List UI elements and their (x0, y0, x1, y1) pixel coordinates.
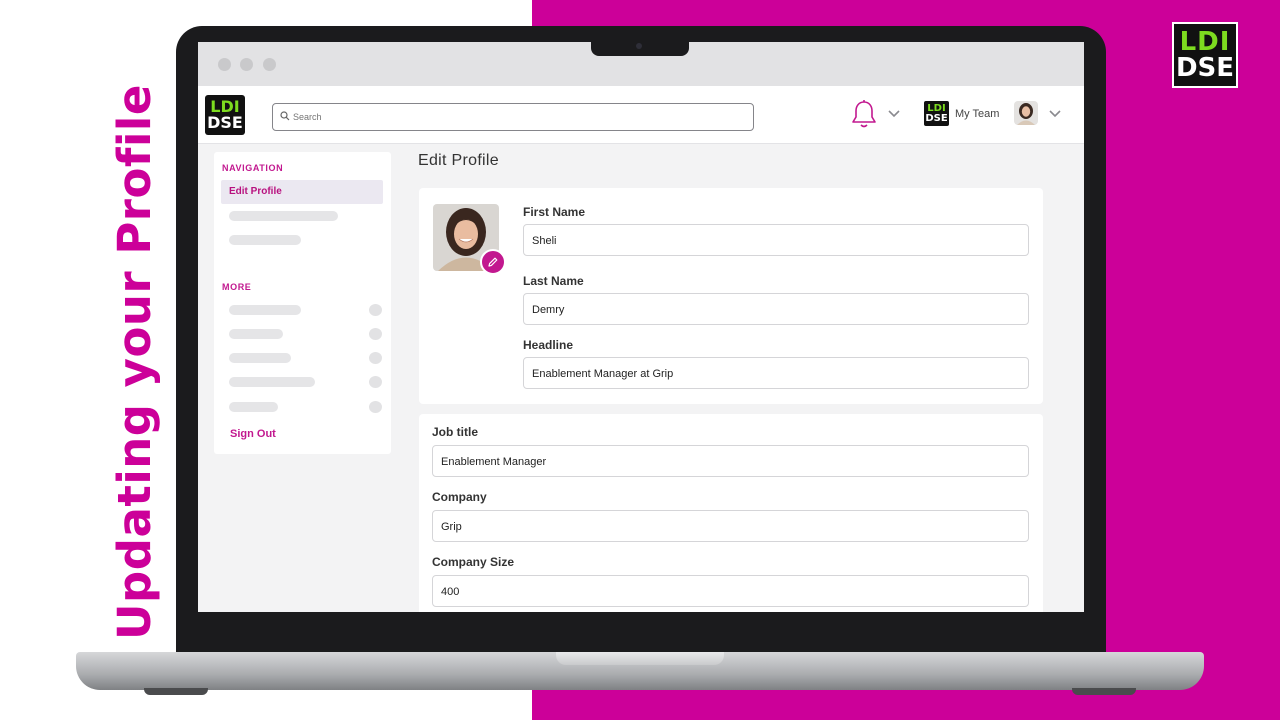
sign-out-link[interactable]: Sign Out (230, 428, 276, 440)
company-size-label: Company Size (432, 555, 515, 569)
headline-field[interactable] (523, 357, 1029, 389)
company-input[interactable] (441, 519, 977, 535)
first-name-input[interactable] (532, 233, 986, 249)
sidebar: NAVIGATION Edit Profile MORE Sign Out (214, 152, 391, 454)
job-title-label: Job title (432, 425, 479, 439)
last-name-field[interactable] (523, 293, 1029, 325)
brand-logo-line1: LDI (1179, 27, 1231, 57)
user-avatar[interactable] (1014, 101, 1038, 125)
sidebar-item-placeholder (229, 235, 301, 245)
job-title-input[interactable] (441, 454, 977, 470)
sidebar-item-edit-profile[interactable]: Edit Profile (221, 180, 383, 204)
browser-window: LDI DSE LDI DSE My Team (198, 42, 1084, 612)
profile-card: First Name Last Name Headline (419, 188, 1043, 404)
company-field[interactable] (432, 510, 1029, 542)
edit-photo-button[interactable] (480, 249, 506, 275)
search-box[interactable] (272, 103, 754, 131)
sidebar-badge-placeholder (369, 401, 382, 413)
sidebar-badge-placeholder (369, 304, 382, 316)
sidebar-badge-placeholder (369, 352, 382, 364)
team-logo[interactable]: LDI DSE (924, 101, 949, 126)
search-icon (280, 111, 290, 121)
maximize-window-button[interactable] (263, 58, 276, 71)
sidebar-item-placeholder (229, 353, 291, 363)
first-name-field[interactable] (523, 224, 1029, 256)
job-details-card: Job title Company Company Size (419, 414, 1043, 612)
sidebar-item-placeholder (229, 329, 283, 339)
chevron-down-icon[interactable] (888, 110, 900, 118)
headline-input[interactable] (532, 366, 986, 382)
brand-logo-line2: DSE (1175, 53, 1235, 83)
more-heading: MORE (222, 282, 252, 292)
company-label: Company (432, 490, 487, 504)
team-logo-line2: DSE (925, 112, 948, 124)
my-team-link[interactable]: My Team (955, 108, 999, 120)
video-title: Updating your Profile (108, 84, 161, 640)
sidebar-item-placeholder (229, 402, 278, 412)
chevron-down-icon[interactable] (1049, 110, 1061, 118)
navigation-heading: NAVIGATION (222, 163, 284, 173)
app-header: LDI DSE LDI DSE My Team (198, 86, 1084, 144)
team-logo-line1: LDI (927, 102, 946, 114)
sidebar-badge-placeholder (369, 376, 382, 388)
close-window-button[interactable] (218, 58, 231, 71)
laptop-foot (144, 688, 208, 695)
last-name-input[interactable] (532, 302, 986, 318)
laptop-foot (1072, 688, 1136, 695)
company-size-input[interactable] (441, 584, 977, 600)
first-name-label: First Name (523, 205, 586, 219)
laptop-base-notch (556, 652, 724, 665)
brand-logo: LDI DSE (1172, 22, 1238, 88)
job-title-field[interactable] (432, 445, 1029, 477)
app-logo-line2: DSE (207, 113, 243, 132)
headline-label: Headline (523, 338, 574, 352)
sidebar-item-placeholder (229, 377, 315, 387)
bell-icon[interactable] (850, 99, 878, 129)
sidebar-badge-placeholder (369, 328, 382, 340)
minimize-window-button[interactable] (240, 58, 253, 71)
last-name-label: Last Name (523, 274, 584, 288)
avatar-photo (1014, 101, 1038, 125)
search-input[interactable] (293, 107, 733, 127)
camera-notch (591, 38, 689, 56)
page-title: Edit Profile (418, 152, 499, 169)
sidebar-item-placeholder (229, 305, 301, 315)
pencil-icon (488, 257, 498, 267)
app-logo[interactable]: LDI DSE (205, 95, 245, 135)
camera-icon (636, 43, 642, 49)
company-size-field[interactable] (432, 575, 1029, 607)
sidebar-item-label: Edit Profile (229, 186, 282, 197)
sidebar-item-placeholder (229, 211, 338, 221)
